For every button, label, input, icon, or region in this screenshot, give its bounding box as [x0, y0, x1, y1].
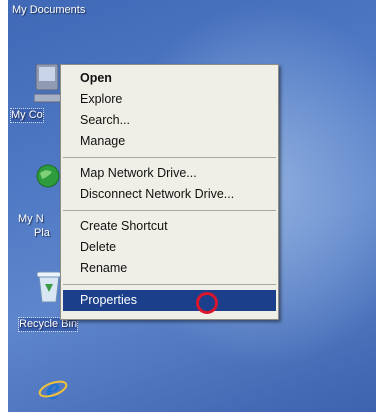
context-menu: Open Explore Search... Manage Map Networ…	[60, 64, 279, 320]
menu-item-explore[interactable]: Explore	[61, 89, 278, 110]
menu-separator	[63, 157, 276, 158]
svg-text:e: e	[46, 372, 60, 402]
menu-item-map-network-drive[interactable]: Map Network Drive...	[61, 163, 278, 184]
menu-item-create-shortcut[interactable]: Create Shortcut	[61, 216, 278, 237]
menu-item-search[interactable]: Search...	[61, 110, 278, 131]
my-computer-icon[interactable]	[33, 63, 63, 104]
menu-separator	[63, 210, 276, 211]
menu-item-delete[interactable]: Delete	[61, 237, 278, 258]
menu-item-rename[interactable]: Rename	[61, 258, 278, 279]
my-network-places-label[interactable]: My N	[18, 213, 44, 226]
menu-item-disconnect-network-drive[interactable]: Disconnect Network Drive...	[61, 184, 278, 205]
menu-item-open[interactable]: Open	[61, 68, 278, 89]
my-documents-label[interactable]: My Documents	[12, 4, 85, 17]
my-network-places-icon[interactable]	[36, 164, 60, 188]
annotation-circle	[196, 292, 218, 314]
recycle-bin-icon[interactable]	[36, 270, 62, 304]
my-network-places-label-line2[interactable]: Pla	[34, 227, 50, 240]
internet-explorer-icon[interactable]: e	[38, 370, 68, 406]
desktop[interactable]: My Documents My Co My N Pla Recycle Bin …	[8, 0, 376, 412]
my-computer-label[interactable]: My Co	[10, 108, 44, 123]
menu-separator	[63, 284, 276, 285]
menu-item-manage[interactable]: Manage	[61, 131, 278, 152]
menu-item-properties[interactable]: Properties	[63, 290, 276, 311]
